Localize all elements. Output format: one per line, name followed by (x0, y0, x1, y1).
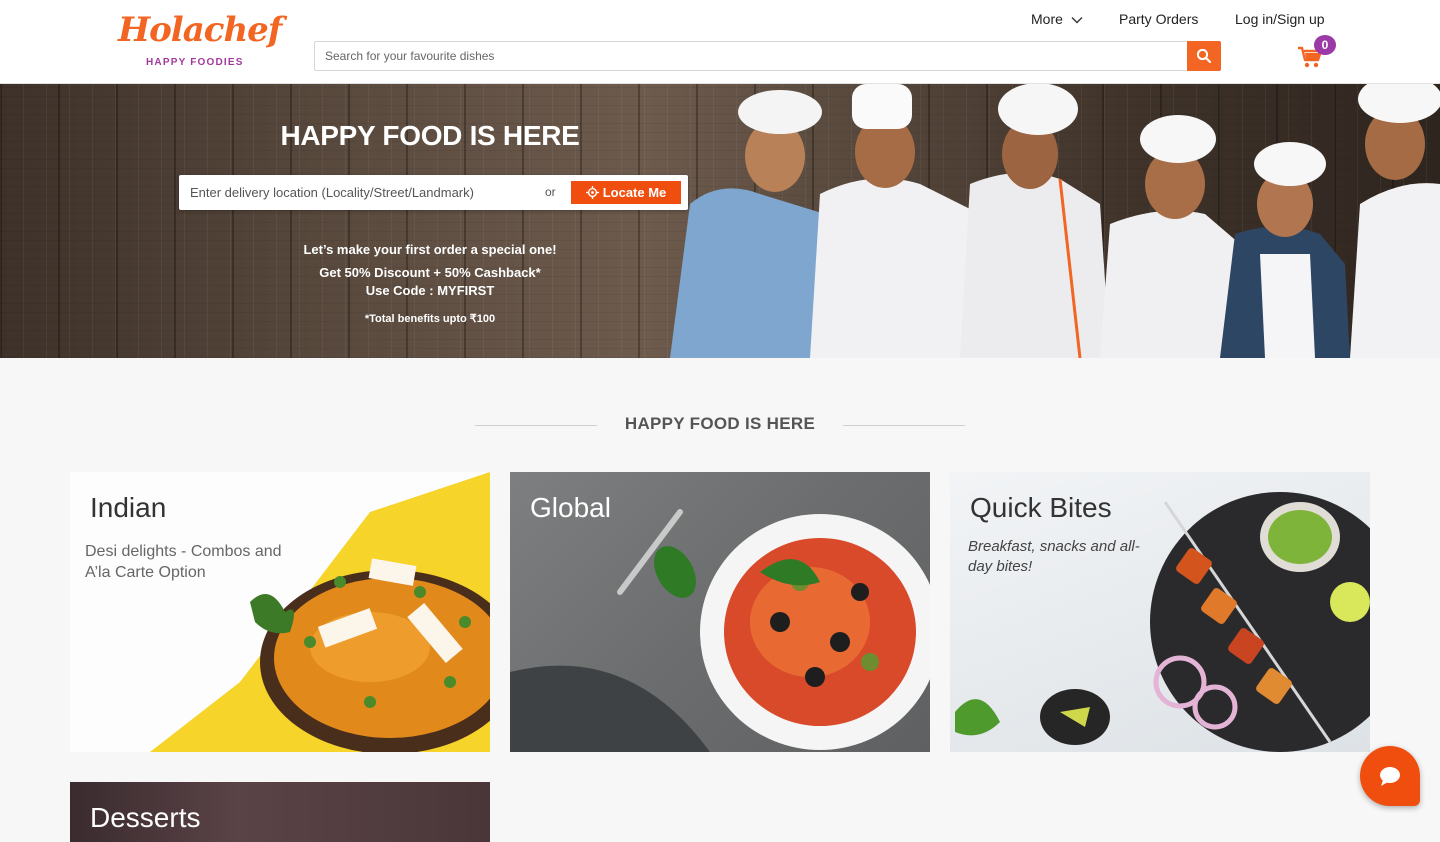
chefs-group-photo (670, 84, 1440, 358)
delivery-location-box: or Locate Me (179, 175, 688, 210)
category-card-quick-bites[interactable]: Quick Bites Breakfast, snacks and all-da… (950, 472, 1370, 752)
hero-title: HAPPY FOOD IS HERE (280, 120, 580, 151)
cart-count-badge: 0 (1314, 35, 1336, 55)
locate-me-button[interactable]: Locate Me (571, 181, 681, 204)
nav-more-label: More (1031, 11, 1063, 27)
section-divider-right (843, 425, 965, 426)
site-header: Holachef HAPPY FOODIES More Party Orders… (0, 0, 1440, 84)
category-card-desserts[interactable]: Desserts (70, 782, 490, 842)
chat-bubble-icon (1380, 767, 1400, 786)
chat-button[interactable] (1360, 746, 1420, 806)
section-title: HAPPY FOOD IS HERE (624, 414, 816, 433)
category-subtitle: Breakfast, snacks and all-day bites! (968, 538, 1140, 575)
search-input[interactable] (314, 41, 1186, 71)
category-title: Indian (90, 492, 167, 523)
search-button[interactable] (1187, 41, 1221, 71)
category-title: Global (530, 492, 611, 523)
promo-note: *Total benefits upto ₹100 (364, 313, 496, 325)
category-card-indian[interactable]: Indian Desi delights - Combos and A’la C… (70, 472, 490, 752)
delivery-location-input[interactable] (179, 175, 529, 210)
chevron-down-icon (1071, 17, 1083, 24)
category-card-global[interactable]: Global (510, 472, 930, 752)
promo-discount: Get 50% Discount + 50% Cashback* (319, 265, 541, 280)
nav-login-signup[interactable]: Log in/Sign up (1235, 11, 1325, 27)
promo-headline: Let’s make your first order a special on… (303, 242, 557, 257)
category-title: Quick Bites (970, 492, 1112, 523)
nav-more-dropdown[interactable]: More (1031, 11, 1083, 27)
nav-party-orders[interactable]: Party Orders (1119, 11, 1198, 27)
search-icon (1196, 48, 1212, 64)
locate-me-label: Locate Me (602, 185, 667, 200)
crosshair-icon (585, 186, 599, 199)
category-subtitle: Desi delights - Combos and A’la Carte Op… (85, 543, 282, 581)
holachef-logo[interactable]: Holachef HAPPY FOODIES (118, 10, 282, 70)
hero-banner: HAPPY FOOD IS HERE or Locate Me Let’s ma… (0, 84, 1440, 358)
category-title: Desserts (90, 802, 201, 833)
logo-tagline: HAPPY FOODIES (146, 57, 244, 68)
search-bar (314, 41, 1221, 71)
promo-code: Use Code : MYFIRST (365, 283, 495, 298)
logo-script: Holachef (118, 10, 282, 50)
or-separator: or (545, 185, 556, 199)
